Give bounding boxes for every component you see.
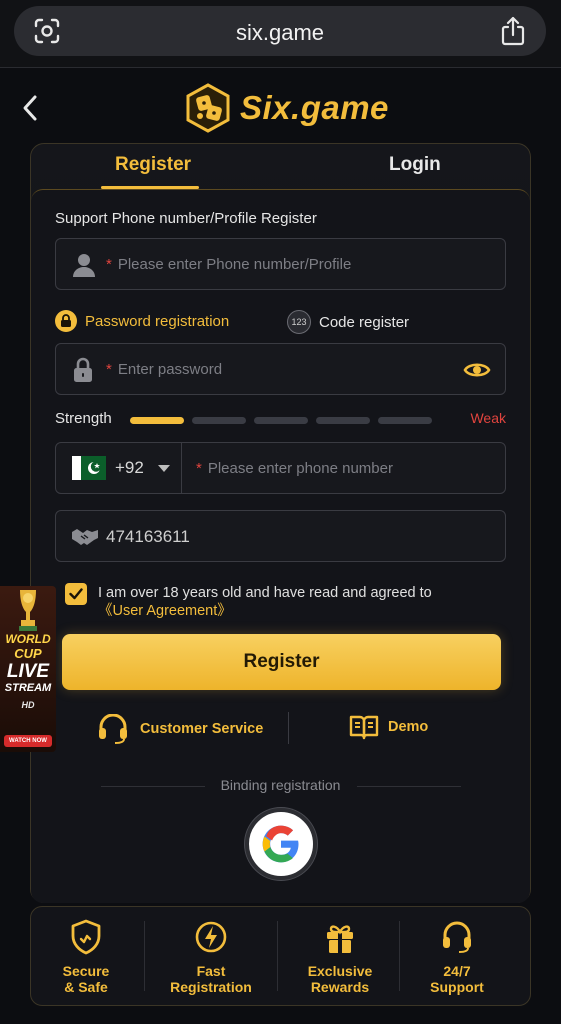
lock-icon: [74, 357, 92, 382]
agreement-statement: I am over 18 years old and have read and…: [98, 585, 432, 601]
tab-bar: Register Login: [31, 144, 530, 190]
pakistan-flag-icon: [72, 456, 106, 480]
banner-line: STREAM: [4, 682, 52, 694]
customer-service-link[interactable]: Customer Service: [97, 714, 263, 744]
world-cup-stream-banner[interactable]: WORLD CUP LIVE STREAM HD WATCH NOW: [0, 586, 56, 752]
feature-label: Registration: [170, 979, 252, 995]
url-text[interactable]: six.game: [14, 20, 546, 46]
numeric-code-icon: 123: [287, 310, 311, 334]
tab-login[interactable]: Login: [389, 154, 441, 176]
feature-label: Support: [430, 979, 484, 995]
password-registration-option[interactable]: Password registration: [55, 310, 229, 332]
user-icon: [73, 254, 95, 277]
register-card: Register Login Support Phone number/Prof…: [30, 143, 531, 903]
brand-name: Six.game: [240, 89, 389, 126]
demo-label: Demo: [388, 719, 429, 735]
divider: [288, 712, 289, 744]
binding-registration: Binding registration: [31, 776, 530, 796]
feature-fast: Fast Registration: [151, 919, 271, 995]
feature-label: Exclusive: [307, 963, 373, 979]
watch-now-button[interactable]: WATCH NOW: [4, 735, 52, 747]
strength-bar-1: [130, 417, 184, 424]
headset-icon: [99, 714, 127, 744]
agreement-text: I am over 18 years old and have read and…: [98, 584, 498, 620]
trophy-icon: [19, 590, 37, 631]
handshake-icon: [72, 529, 98, 545]
agreement-checkbox[interactable]: [65, 583, 87, 605]
help-links: Customer Service Demo: [55, 712, 506, 746]
feature-support: 24/7 Support: [397, 919, 517, 995]
divider: [277, 921, 278, 991]
strength-bar-3: [254, 417, 308, 424]
feature-label: & Safe: [64, 979, 108, 995]
google-icon: [262, 825, 299, 863]
features-bar: Secure & Safe Fast Registration Exclusiv…: [30, 906, 531, 1006]
dial-code: +92: [115, 458, 144, 477]
feature-label: 24/7: [443, 963, 471, 979]
password-strength: Strength Weak: [55, 410, 506, 430]
dice-hexagon-icon: [186, 83, 230, 133]
browser-bar: six.game: [0, 0, 561, 68]
invite-code-value: 474163611: [106, 527, 190, 546]
code-register-option[interactable]: 123 Code register: [287, 310, 409, 334]
check-icon: [69, 588, 83, 600]
brand-logo: Six.game: [182, 82, 389, 134]
book-icon: [349, 715, 379, 740]
password-registration-label: Password registration: [85, 312, 230, 330]
divider-line: [357, 786, 461, 787]
strength-bar-5: [378, 417, 432, 424]
binding-label: Binding registration: [220, 777, 341, 793]
profile-field[interactable]: * Please enter Phone number/Profile: [55, 238, 506, 290]
section-label: Support Phone number/Profile Register: [55, 210, 317, 227]
banner-badge: HD: [21, 700, 35, 710]
lightning-icon: [195, 921, 227, 953]
register-form: Support Phone number/Profile Register * P…: [31, 189, 530, 903]
registration-options: Password registration 123 Code register: [55, 310, 506, 334]
profile-placeholder: * Please enter Phone number/Profile: [106, 256, 352, 273]
code-register-label: Code register: [319, 313, 410, 331]
strength-bar-2: [192, 417, 246, 424]
banner-line: CUP: [14, 646, 42, 661]
headset-icon: [443, 921, 471, 953]
banner-line: WORLD: [5, 632, 51, 646]
phone-field[interactable]: +92 * Please enter phone number: [55, 442, 506, 494]
strength-bar-4: [316, 417, 370, 424]
banner-line: LIVE: [6, 661, 50, 682]
lock-icon: [55, 310, 77, 332]
gift-icon: [327, 925, 353, 953]
tab-register[interactable]: Register: [115, 154, 191, 176]
google-login-button[interactable]: [245, 808, 317, 880]
feature-label: Secure: [62, 963, 110, 979]
feature-label: Fast: [196, 963, 226, 979]
strength-label: Strength: [55, 410, 112, 427]
divider: [144, 921, 145, 991]
password-field[interactable]: * Enter password: [55, 343, 506, 395]
feature-secure: Secure & Safe: [26, 919, 146, 995]
chevron-left-icon[interactable]: [18, 92, 42, 124]
feature-label: Rewards: [310, 979, 370, 995]
phone-placeholder: * Please enter phone number: [196, 460, 393, 477]
eye-icon[interactable]: [463, 360, 491, 380]
customer-service-label: Customer Service: [140, 721, 264, 737]
user-agreement-link[interactable]: 《User Agreement》: [98, 602, 498, 620]
register-button[interactable]: Register: [62, 634, 501, 690]
invite-code-field[interactable]: 474163611: [55, 510, 506, 562]
caret-down-icon: [158, 465, 170, 472]
feature-rewards: Exclusive Rewards: [280, 919, 400, 995]
address-bar[interactable]: six.game: [14, 6, 546, 56]
share-icon[interactable]: [500, 16, 526, 46]
password-placeholder: * Enter password: [106, 361, 223, 378]
shield-icon: [71, 919, 101, 955]
demo-link[interactable]: Demo: [349, 714, 428, 740]
country-code-select[interactable]: +92: [56, 443, 182, 493]
strength-value: Weak: [470, 410, 506, 426]
